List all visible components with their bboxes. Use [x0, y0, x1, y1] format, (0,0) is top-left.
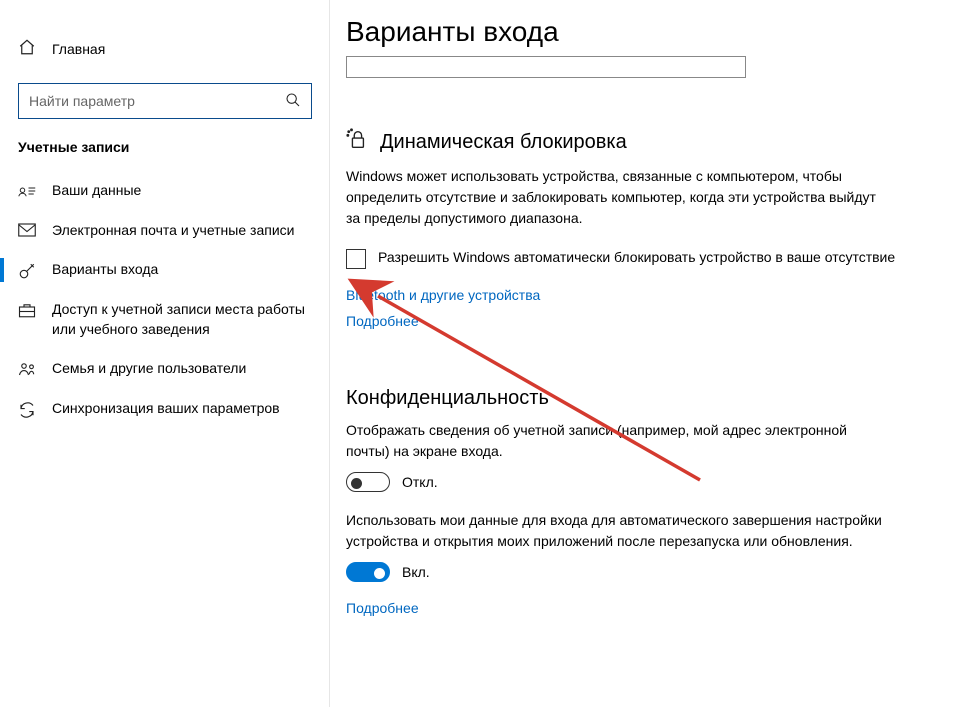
key-icon: [18, 262, 36, 280]
search-field[interactable]: [29, 93, 285, 109]
dynamic-lock-checkbox-row: Разрешить Windows автоматически блокиров…: [346, 249, 906, 269]
main-content: Варианты входа Динамическая блокировка W…: [330, 0, 962, 707]
privacy-toggle-1[interactable]: [346, 472, 390, 492]
dynamic-lock-title: Динамическая блокировка: [380, 131, 627, 154]
sidebar-item-label: Семья и другие пользователи: [52, 359, 246, 379]
sidebar-item-family[interactable]: Семья и другие пользователи: [0, 349, 330, 389]
dynamic-lock-checkbox-label: Разрешить Windows автоматически блокиров…: [378, 249, 895, 265]
privacy-toggle-2[interactable]: [346, 562, 390, 582]
privacy-heading: Конфиденциальность: [346, 387, 922, 410]
dynamic-lock-checkbox[interactable]: [346, 249, 366, 269]
privacy-desc-2: Использовать мои данные для входа для ав…: [346, 510, 886, 552]
dynamic-lock-description: Windows может использовать устройства, с…: [346, 166, 886, 229]
mail-icon: [18, 223, 36, 237]
search-input[interactable]: [18, 83, 312, 119]
briefcase-icon: [18, 302, 36, 318]
search-icon: [285, 92, 301, 111]
sidebar-item-label: Ваши данные: [52, 181, 141, 201]
sidebar-item-your-info[interactable]: Ваши данные: [0, 171, 330, 211]
category-header: Учетные записи: [0, 139, 330, 155]
people-icon: [18, 361, 36, 377]
person-card-icon: [18, 183, 36, 199]
dynamic-lock-icon: [346, 128, 368, 156]
privacy-toggle-2-label: Вкл.: [402, 564, 430, 580]
sidebar-item-signin-options[interactable]: Варианты входа: [0, 250, 330, 290]
bluetooth-link[interactable]: Bluetooth и другие устройства: [346, 287, 540, 303]
home-button[interactable]: Главная: [0, 30, 330, 67]
privacy-toggle-1-row: Откл.: [346, 472, 922, 492]
sidebar-item-label: Варианты входа: [52, 260, 158, 280]
sidebar: Главная Учетные записи Ваши данные: [0, 0, 330, 707]
sidebar-item-work-access[interactable]: Доступ к учетной записи места работы или…: [0, 290, 330, 349]
sync-icon: [18, 401, 36, 419]
sidebar-item-label: Электронная почта и учетные записи: [52, 221, 294, 241]
privacy-desc-1: Отображать сведения об учетной записи (н…: [346, 420, 886, 462]
sidebar-item-email[interactable]: Электронная почта и учетные записи: [0, 211, 330, 251]
page-title: Варианты входа: [346, 16, 922, 48]
home-icon: [18, 38, 36, 59]
collapsed-option-box[interactable]: [346, 56, 746, 78]
dynamic-lock-heading: Динамическая блокировка: [346, 128, 922, 156]
privacy-toggle-2-row: Вкл.: [346, 562, 922, 582]
privacy-toggle-1-label: Откл.: [402, 474, 438, 490]
privacy-learn-more-link[interactable]: Подробнее: [346, 600, 419, 616]
sidebar-item-sync[interactable]: Синхронизация ваших параметров: [0, 389, 330, 429]
sidebar-item-label: Доступ к учетной записи места работы или…: [52, 300, 312, 339]
home-label: Главная: [52, 41, 105, 57]
learn-more-link[interactable]: Подробнее: [346, 313, 419, 329]
sidebar-item-label: Синхронизация ваших параметров: [52, 399, 280, 419]
